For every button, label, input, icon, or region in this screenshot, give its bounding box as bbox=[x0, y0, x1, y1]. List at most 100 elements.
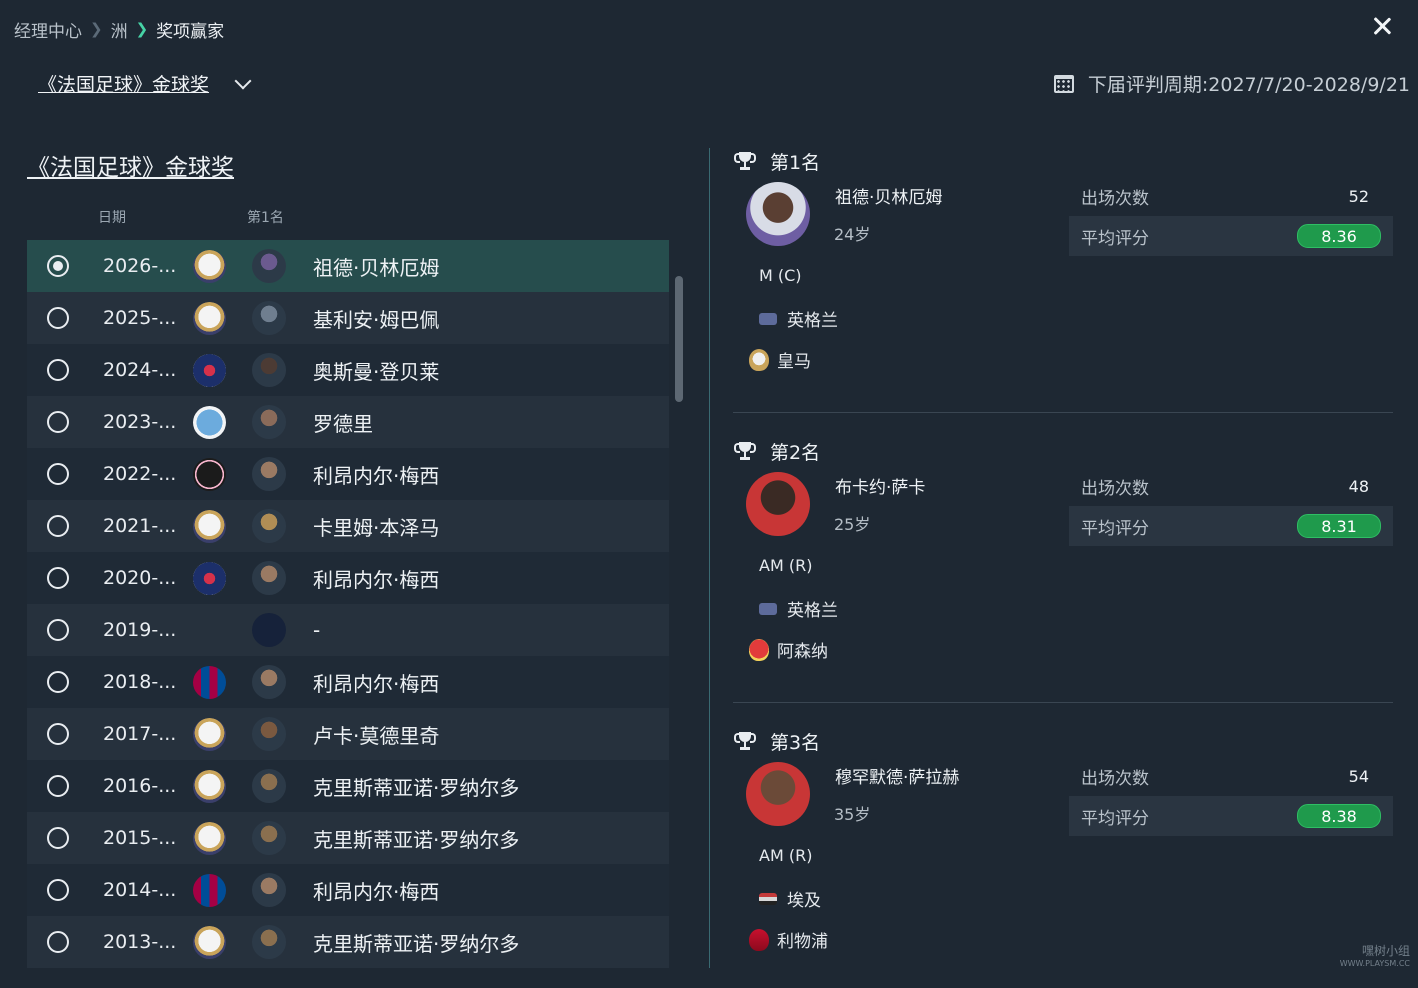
row-player-name: 奥斯曼·登贝莱 bbox=[313, 359, 440, 384]
chevron-down-icon bbox=[234, 72, 252, 89]
stat-label: 平均评分 bbox=[1081, 518, 1149, 539]
winner-row[interactable]: 2017-... 卢卡·莫德里奇 bbox=[27, 708, 669, 760]
club-crest-icon bbox=[749, 348, 769, 371]
player-portrait[interactable] bbox=[746, 472, 810, 536]
player-nation: 埃及 bbox=[759, 886, 821, 911]
club-crest-icon bbox=[193, 873, 226, 907]
player-age: 25岁 bbox=[834, 515, 871, 534]
scrollbar-thumb[interactable] bbox=[675, 276, 683, 402]
row-year: 2019-... bbox=[103, 619, 177, 641]
stat-label: 出场次数 bbox=[1081, 768, 1149, 789]
row-year: 2020-... bbox=[103, 567, 177, 589]
close-icon[interactable] bbox=[1372, 16, 1392, 36]
winner-row[interactable]: 2014-... 利昂内尔·梅西 bbox=[27, 864, 669, 916]
winner-row[interactable]: 2018-... 利昂内尔·梅西 bbox=[27, 656, 669, 708]
watermark: 嘿树小组 WWW.PLAYSM.CC bbox=[1340, 942, 1410, 968]
player-club[interactable]: 阿森纳 bbox=[749, 637, 828, 662]
winner-row[interactable]: 2022-... 利昂内尔·梅西 bbox=[27, 448, 669, 500]
rating-badge: 8.38 bbox=[1297, 804, 1381, 828]
player-nation: 英格兰 bbox=[759, 596, 838, 621]
nation-name: 英格兰 bbox=[787, 311, 838, 331]
column-header-first: 第1名 bbox=[247, 210, 284, 226]
radio-button[interactable] bbox=[47, 775, 69, 797]
breadcrumb-mid[interactable]: 洲 bbox=[111, 17, 128, 42]
radio-button[interactable] bbox=[47, 827, 69, 849]
award-dropdown[interactable]: 《法国足球》金球奖 bbox=[38, 70, 252, 97]
player-avatar bbox=[252, 769, 286, 803]
radio-button[interactable] bbox=[47, 515, 69, 537]
player-avatar bbox=[252, 925, 286, 959]
award-title: 《法国足球》金球奖 bbox=[27, 155, 234, 181]
radio-button[interactable] bbox=[47, 671, 69, 693]
row-year: 2016-... bbox=[103, 775, 177, 797]
row-player-name: 利昂内尔·梅西 bbox=[313, 879, 440, 904]
rank-card: 第1名 祖德·贝林厄姆 24岁 M (C) 英格兰 皇马 出场次数 52 平均评分 8.36 bbox=[733, 148, 1393, 408]
rank-card: 第3名 穆罕默德·萨拉赫 35岁 AM (R) 埃及 利物浦 出场次数 54 平均评分 8.38 bbox=[733, 728, 1393, 988]
flag-icon bbox=[759, 892, 777, 905]
row-year: 2024-... bbox=[103, 359, 177, 381]
radio-button[interactable] bbox=[47, 879, 69, 901]
club-crest-icon bbox=[749, 638, 769, 661]
watermark-url: WWW.PLAYSM.CC bbox=[1339, 959, 1410, 968]
radio-button[interactable] bbox=[47, 411, 69, 433]
player-avatar bbox=[252, 561, 286, 595]
club-crest-icon bbox=[193, 405, 226, 439]
winner-row[interactable]: 2021-... 卡里姆·本泽马 bbox=[27, 500, 669, 552]
rating-badge: 8.31 bbox=[1297, 514, 1381, 538]
rank-header: 第3名 bbox=[734, 728, 820, 755]
player-age: 35岁 bbox=[834, 805, 871, 824]
radio-button[interactable] bbox=[47, 931, 69, 953]
player-position: M (C) bbox=[759, 266, 802, 285]
winner-row[interactable]: 2024-... 奥斯曼·登贝莱 bbox=[27, 344, 669, 396]
player-avatar bbox=[252, 249, 286, 283]
winner-row[interactable]: 2019-... - bbox=[27, 604, 669, 656]
player-name[interactable]: 祖德·贝林厄姆 bbox=[835, 183, 942, 208]
player-name[interactable]: 布卡约·萨卡 bbox=[835, 473, 925, 498]
stat-row-apps: 出场次数 54 bbox=[1069, 756, 1393, 796]
winner-row[interactable]: 2020-... 利昂内尔·梅西 bbox=[27, 552, 669, 604]
player-portrait[interactable] bbox=[746, 762, 810, 826]
winner-row[interactable]: 2015-... 克里斯蒂亚诺·罗纳尔多 bbox=[27, 812, 669, 864]
club-crest-icon bbox=[193, 717, 226, 751]
row-year: 2018-... bbox=[103, 671, 177, 693]
rank-divider bbox=[733, 702, 1393, 703]
winner-row[interactable]: 2016-... 克里斯蒂亚诺·罗纳尔多 bbox=[27, 760, 669, 812]
stats-table: 出场次数 52 平均评分 8.36 bbox=[1069, 176, 1393, 257]
player-club[interactable]: 利物浦 bbox=[749, 927, 828, 952]
player-nation: 英格兰 bbox=[759, 306, 838, 331]
radio-button[interactable] bbox=[47, 359, 69, 381]
radio-button[interactable] bbox=[47, 255, 69, 277]
stat-value: 48 bbox=[1348, 476, 1369, 496]
player-name[interactable]: 穆罕默德·萨拉赫 bbox=[835, 763, 959, 788]
winner-row[interactable]: 2023-... 罗德里 bbox=[27, 396, 669, 448]
radio-button[interactable] bbox=[47, 619, 69, 641]
row-year: 2015-... bbox=[103, 827, 177, 849]
row-player-name: - bbox=[313, 618, 321, 642]
rank-header: 第1名 bbox=[734, 148, 821, 175]
radio-button[interactable] bbox=[47, 567, 69, 589]
club-crest-icon bbox=[193, 769, 226, 803]
winner-row[interactable]: 2013-... 克里斯蒂亚诺·罗纳尔多 bbox=[27, 916, 669, 968]
winners-list: 2026-... 祖德·贝林厄姆 2025-... 基利安·姆巴佩 2024-... 奥斯… bbox=[27, 240, 669, 968]
radio-button[interactable] bbox=[47, 723, 69, 745]
winner-row[interactable]: 2026-... 祖德·贝林厄姆 bbox=[27, 240, 669, 292]
player-portrait[interactable] bbox=[746, 182, 810, 246]
row-player-name: 利昂内尔·梅西 bbox=[313, 463, 440, 488]
rank-title: 第1名 bbox=[770, 152, 821, 174]
row-year: 2017-... bbox=[103, 723, 177, 745]
row-year: 2023-... bbox=[103, 411, 177, 433]
stat-value: 52 bbox=[1348, 186, 1369, 206]
radio-button[interactable] bbox=[47, 307, 69, 329]
flag-icon bbox=[759, 312, 777, 325]
stats-table: 出场次数 48 平均评分 8.31 bbox=[1069, 466, 1393, 547]
breadcrumb-root[interactable]: 经理中心 bbox=[14, 17, 82, 42]
row-player-name: 罗德里 bbox=[313, 411, 373, 436]
chevron-right-icon: ❯ bbox=[135, 20, 149, 38]
club-crest-icon bbox=[193, 665, 226, 699]
winner-row[interactable]: 2025-... 基利安·姆巴佩 bbox=[27, 292, 669, 344]
player-club[interactable]: 皇马 bbox=[749, 347, 811, 372]
breadcrumb: 经理中心 ❯ 洲 ❯ 奖项赢家 bbox=[14, 16, 224, 42]
flag-icon bbox=[759, 602, 777, 615]
stat-label: 平均评分 bbox=[1081, 228, 1149, 249]
radio-button[interactable] bbox=[47, 463, 69, 485]
